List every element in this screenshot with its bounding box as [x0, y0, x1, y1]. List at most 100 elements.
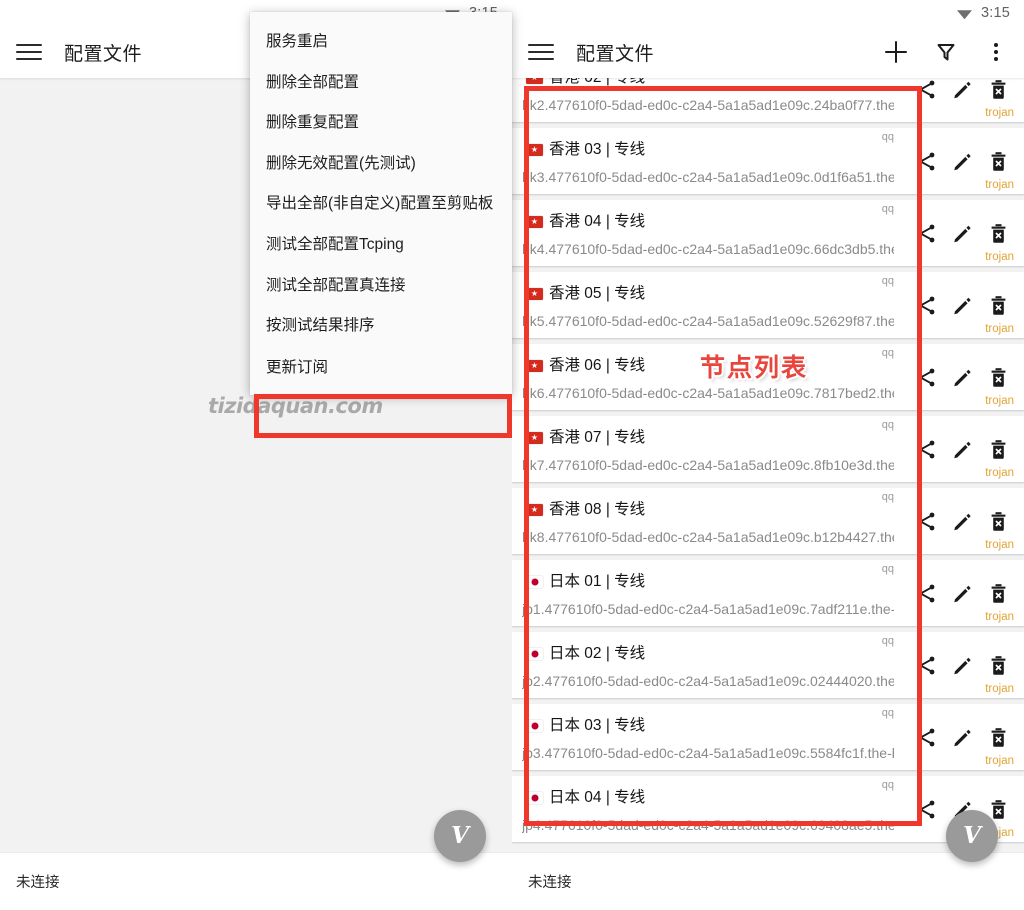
share-icon[interactable]: [913, 364, 939, 390]
delete-icon[interactable]: [985, 78, 1011, 102]
app-bar-actions: [884, 40, 1008, 64]
connect-fab-left[interactable]: V: [434, 810, 486, 862]
config-row-info[interactable]: 香港 05 | 专线 hk5.477610f0-5dad-ed0c-c2a4-5a…: [512, 272, 900, 338]
delete-icon[interactable]: [985, 580, 1011, 606]
overflow-popup-menu[interactable]: 服务重启 删除全部配置 删除重复配置 删除无效配置(先测试) 导出全部(非自定义)配置至…: [250, 12, 512, 396]
config-row[interactable]: 香港 04 | 专线 hk4.477610f0-5dad-ed0c-c2a4-5a…: [512, 200, 1024, 266]
add-icon[interactable]: [884, 40, 908, 64]
edit-icon[interactable]: [949, 364, 975, 390]
config-row[interactable]: 日本 02 | 专线 jp2.477610f0-5dad-ed0c-c2a4-5a…: [512, 632, 1024, 698]
share-icon[interactable]: [913, 796, 939, 822]
popup-menu-item[interactable]: 删除无效配置(先测试): [250, 144, 512, 185]
share-icon[interactable]: [913, 508, 939, 534]
config-group-label: qq: [881, 635, 894, 647]
edit-icon[interactable]: [949, 652, 975, 678]
config-row-info[interactable]: 香港 03 | 专线 hk3.477610f0-5dad-ed0c-c2a4-5a…: [512, 128, 900, 194]
delete-icon[interactable]: [985, 220, 1011, 246]
config-name: 香港 06 | 专线: [549, 357, 646, 375]
share-icon[interactable]: [913, 292, 939, 318]
edit-icon[interactable]: [949, 220, 975, 246]
edit-icon[interactable]: [949, 148, 975, 174]
config-row[interactable]: 香港 07 | 专线 hk7.477610f0-5dad-ed0c-c2a4-5a…: [512, 416, 1024, 482]
right-panel: 3:15 配置文件 香港 02 | 专线 hk2.477610f0-5dad-ed…: [512, 0, 1024, 910]
v2ray-logo-icon: V: [963, 821, 981, 849]
config-row-info[interactable]: 香港 04 | 专线 hk4.477610f0-5dad-ed0c-c2a4-5a…: [512, 200, 900, 266]
config-row[interactable]: 香港 02 | 专线 hk2.477610f0-5dad-ed0c-c2a4-5a…: [512, 78, 1024, 122]
popup-menu-item[interactable]: 更新订阅: [250, 347, 512, 390]
config-name: 香港 02 | 专线: [549, 78, 645, 88]
delete-icon[interactable]: [985, 652, 1011, 678]
hk-flag-icon: [526, 504, 543, 516]
hk-flag-icon: [526, 288, 543, 300]
popup-menu-item[interactable]: 测试全部配置真连接: [250, 266, 512, 307]
status-bar-right: 3:15: [512, 0, 1024, 26]
config-row-actions: trojan: [900, 416, 1024, 482]
config-group-label: qq: [881, 419, 894, 431]
config-row-info[interactable]: 日本 04 | 专线 jp4.477610f0-5dad-ed0c-c2a4-5a…: [512, 776, 900, 842]
popup-menu-item[interactable]: 删除重复配置: [250, 103, 512, 144]
config-row-info[interactable]: 香港 02 | 专线 hk2.477610f0-5dad-ed0c-c2a4-5a…: [512, 78, 900, 122]
config-row[interactable]: 香港 03 | 专线 hk3.477610f0-5dad-ed0c-c2a4-5a…: [512, 128, 1024, 194]
config-protocol-label: trojan: [985, 467, 1014, 479]
config-row-info[interactable]: 日本 01 | 专线 jp1.477610f0-5dad-ed0c-c2a4-5a…: [512, 560, 900, 626]
config-address: hk5.477610f0-5dad-ed0c-c2a4-5a1a5ad1e09c…: [522, 312, 894, 329]
delete-icon[interactable]: [985, 148, 1011, 174]
share-icon[interactable]: [913, 652, 939, 678]
delete-icon[interactable]: [985, 508, 1011, 534]
config-group-label: qq: [881, 203, 894, 215]
config-row[interactable]: 香港 06 | 专线 hk6.477610f0-5dad-ed0c-c2a4-5a…: [512, 344, 1024, 410]
popup-menu-item[interactable]: 服务重启: [250, 22, 512, 63]
delete-icon[interactable]: [985, 724, 1011, 750]
config-group-label: qq: [881, 707, 894, 719]
connect-fab-right[interactable]: V: [946, 810, 998, 862]
edit-icon[interactable]: [949, 508, 975, 534]
delete-icon[interactable]: [985, 436, 1011, 462]
config-row[interactable]: 香港 05 | 专线 hk5.477610f0-5dad-ed0c-c2a4-5a…: [512, 272, 1024, 338]
edit-icon[interactable]: [949, 724, 975, 750]
config-row-actions: trojan: [900, 344, 1024, 410]
filter-icon[interactable]: [934, 40, 958, 64]
v2ray-logo-icon: V: [451, 821, 469, 849]
delete-icon[interactable]: [985, 292, 1011, 318]
hk-flag-icon: [526, 144, 543, 156]
share-icon[interactable]: [913, 436, 939, 462]
popup-menu-item[interactable]: 导出全部(非自定义)配置至剪贴板: [250, 184, 512, 225]
config-list-right: 香港 02 | 专线 hk2.477610f0-5dad-ed0c-c2a4-5a…: [512, 78, 1024, 852]
share-icon[interactable]: [913, 220, 939, 246]
config-row-title-line: 日本 03 | 专线: [526, 716, 894, 735]
config-row[interactable]: 日本 03 | 专线 jp3.477610f0-5dad-ed0c-c2a4-5a…: [512, 704, 1024, 770]
jp-flag-icon: [526, 648, 543, 660]
config-row-info[interactable]: 香港 08 | 专线 hk8.477610f0-5dad-ed0c-c2a4-5a…: [512, 488, 900, 554]
config-name: 日本 01 | 专线: [549, 573, 646, 591]
edit-icon[interactable]: [949, 292, 975, 318]
config-row-info[interactable]: 日本 02 | 专线 jp2.477610f0-5dad-ed0c-c2a4-5a…: [512, 632, 900, 698]
share-icon[interactable]: [913, 78, 939, 102]
edit-icon[interactable]: [949, 580, 975, 606]
overflow-menu-icon[interactable]: [984, 40, 1008, 64]
hk-flag-icon: [526, 78, 543, 84]
config-address: hk3.477610f0-5dad-ed0c-c2a4-5a1a5ad1e09c…: [522, 168, 894, 185]
config-protocol-label: trojan: [985, 755, 1014, 767]
hamburger-icon[interactable]: [528, 42, 554, 62]
config-address: hk8.477610f0-5dad-ed0c-c2a4-5a1a5ad1e09c…: [522, 528, 894, 545]
share-icon[interactable]: [913, 580, 939, 606]
edit-icon[interactable]: [949, 436, 975, 462]
edit-icon[interactable]: [949, 78, 975, 102]
config-row-info[interactable]: 香港 06 | 专线 hk6.477610f0-5dad-ed0c-c2a4-5a…: [512, 344, 900, 410]
hamburger-icon[interactable]: [16, 42, 42, 62]
share-icon[interactable]: [913, 148, 939, 174]
config-row[interactable]: 香港 08 | 专线 hk8.477610f0-5dad-ed0c-c2a4-5a…: [512, 488, 1024, 554]
config-row-title-line: 日本 01 | 专线: [526, 572, 894, 591]
popup-menu-item[interactable]: 删除全部配置: [250, 63, 512, 104]
popup-menu-item[interactable]: 测试全部配置Tcping: [250, 225, 512, 266]
delete-icon[interactable]: [985, 364, 1011, 390]
config-row-title-line: 香港 05 | 专线: [526, 284, 894, 303]
config-group-label: qq: [881, 131, 894, 143]
share-icon[interactable]: [913, 724, 939, 750]
config-row[interactable]: 日本 01 | 专线 jp1.477610f0-5dad-ed0c-c2a4-5a…: [512, 560, 1024, 626]
config-protocol-label: trojan: [985, 251, 1014, 263]
popup-menu-item[interactable]: 按测试结果排序: [250, 306, 512, 347]
config-row-info[interactable]: 日本 03 | 专线 jp3.477610f0-5dad-ed0c-c2a4-5a…: [512, 704, 900, 770]
page-title: 配置文件: [64, 43, 143, 65]
config-row-info[interactable]: 香港 07 | 专线 hk7.477610f0-5dad-ed0c-c2a4-5a…: [512, 416, 900, 482]
